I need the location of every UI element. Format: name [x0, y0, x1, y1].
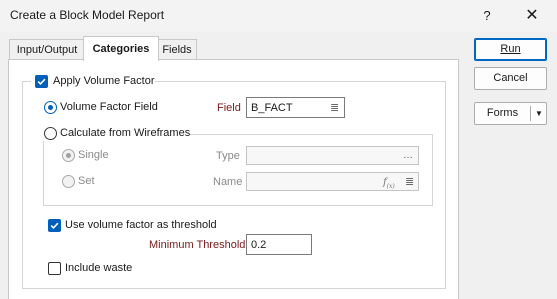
help-button[interactable]: ?: [470, 2, 504, 30]
include-waste-checkbox[interactable]: [48, 262, 61, 275]
list-icon[interactable]: ≣: [330, 98, 339, 119]
browse-icon[interactable]: …: [403, 146, 413, 165]
minimum-threshold-value: 0.2: [251, 239, 267, 251]
volume-factor-field-label: Volume Factor Field: [60, 101, 158, 113]
type-input[interactable]: …: [246, 146, 419, 165]
field-value: B_FACT: [251, 102, 293, 114]
single-radio[interactable]: [62, 149, 75, 162]
cancel-button[interactable]: Cancel: [474, 67, 547, 90]
set-label: Set: [78, 175, 95, 187]
tab-fields[interactable]: Fields: [157, 39, 197, 60]
apply-volume-factor-label: Apply Volume Factor: [53, 75, 155, 87]
forms-divider: [530, 106, 531, 121]
single-label: Single: [78, 149, 109, 161]
type-label: Type: [216, 150, 240, 162]
window-title: Create a Block Model Report: [10, 8, 165, 22]
run-button[interactable]: Run: [474, 38, 547, 61]
function-icon[interactable]: f(x): [383, 173, 395, 196]
calc-wireframes-radio[interactable]: [44, 127, 57, 140]
calc-wireframes-label: Calculate from Wireframes: [60, 127, 191, 139]
forms-label: Forms: [486, 107, 519, 119]
close-button[interactable]: ✕: [512, 2, 552, 30]
list-icon[interactable]: ≣: [405, 173, 414, 192]
tab-input-output[interactable]: Input/Output: [9, 39, 85, 60]
minimum-threshold-label: Minimum Threshold: [149, 239, 246, 251]
volume-factor-field-radio[interactable]: [44, 101, 57, 114]
field-label: Field: [217, 102, 241, 114]
tab-categories[interactable]: Categories: [83, 36, 159, 61]
name-label: Name: [213, 176, 243, 188]
calc-wireframes-group: [43, 134, 433, 206]
chevron-down-icon[interactable]: ▼: [532, 103, 546, 124]
name-input[interactable]: f(x) ≣: [246, 172, 419, 191]
run-label: Run: [500, 43, 521, 55]
apply-volume-factor-checkbox[interactable]: [35, 75, 48, 88]
include-waste-label: Include waste: [65, 262, 133, 274]
field-input[interactable]: B_FACT ≣: [246, 97, 345, 118]
set-radio[interactable]: [62, 175, 75, 188]
forms-button[interactable]: Forms ▼: [474, 102, 547, 125]
use-threshold-label: Use volume factor as threshold: [65, 219, 217, 231]
cancel-label: Cancel: [493, 72, 528, 84]
minimum-threshold-input[interactable]: 0.2: [246, 234, 312, 255]
use-threshold-checkbox[interactable]: [48, 219, 61, 232]
